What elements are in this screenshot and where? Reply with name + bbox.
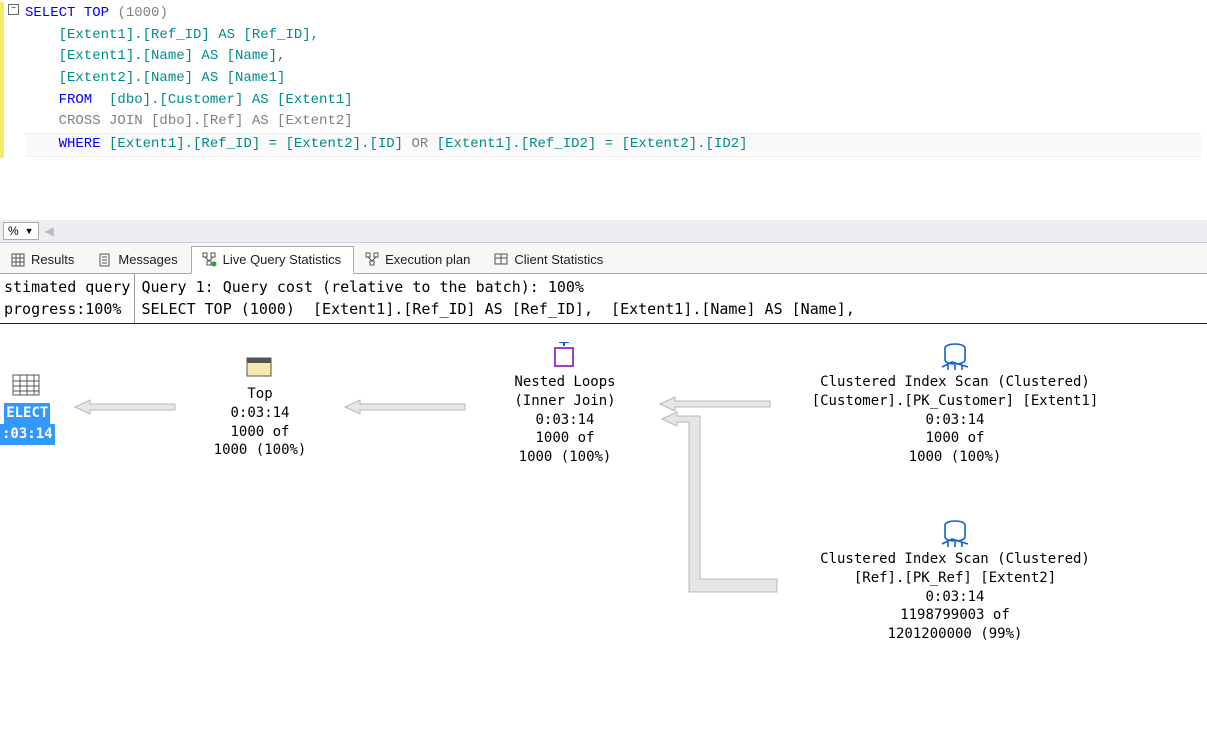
nested-time: 0:03:14: [475, 411, 655, 430]
code-line-4: [Extent2].[Name] AS [Name1]: [25, 70, 285, 86]
nested-sub: (Inner Join): [475, 392, 655, 411]
kw-top: TOP: [75, 5, 117, 21]
tab-execution-plan[interactable]: Execution plan: [354, 247, 483, 273]
scan1-rows-1: 1000 of: [780, 429, 1130, 448]
nested-rows-1: 1000 of: [475, 429, 655, 448]
where-clause-1: [Extent1].[Ref_ID] = [Extent2].[ID]: [109, 136, 411, 152]
tab-results-label: Results: [31, 252, 74, 267]
top-node-icon: [243, 354, 277, 382]
scan1-time: 0:03:14: [780, 411, 1130, 430]
tab-client-label: Client Statistics: [514, 252, 603, 267]
tab-exec-label: Execution plan: [385, 252, 470, 267]
scan2-time: 0:03:14: [780, 588, 1130, 607]
tab-messages[interactable]: Messages: [87, 247, 190, 273]
splitter-bar: % ▼ ◀: [0, 220, 1207, 243]
top-rows-2: 1000 (100%): [185, 441, 335, 460]
scan1-title: Clustered Index Scan (Clustered): [780, 373, 1130, 392]
scan2-rows-1: 1198799003 of: [780, 606, 1130, 625]
tab-client-statistics[interactable]: Client Statistics: [483, 247, 616, 273]
document-icon: [97, 252, 113, 268]
plan-node-select[interactable]: ELECT :03:14: [0, 372, 55, 445]
plan-icon: [364, 252, 380, 268]
plan-node-scan-customer[interactable]: Clustered Index Scan (Clustered) [Custom…: [780, 342, 1130, 467]
select-node-label: ELECT: [4, 403, 50, 424]
kw-from: FROM: [25, 92, 101, 108]
paren-open: (: [117, 5, 125, 21]
scan2-sub: [Ref].[PK_Ref] [Extent2]: [780, 569, 1130, 588]
sql-editor[interactable]: − SELECT TOP (1000) [Extent1].[Ref_ID] A…: [0, 0, 1207, 160]
folding-gutter: −: [0, 2, 19, 158]
scan2-rows-2: 1201200000 (99%): [780, 625, 1130, 644]
execution-plan-canvas[interactable]: ELECT :03:14 Top 0:03:14 1000 of 1000 (1…: [0, 324, 1207, 664]
chevron-down-icon: ▼: [25, 226, 34, 236]
tab-live-label: Live Query Statistics: [223, 252, 342, 267]
plan-progress-label: stimated query progress:100%: [0, 274, 135, 323]
paren-close: ): [159, 5, 167, 21]
tab-live-query-statistics[interactable]: Live Query Statistics: [191, 246, 355, 274]
plan-node-top[interactable]: Top 0:03:14 1000 of 1000 (100%): [185, 354, 335, 461]
kw-select: SELECT: [25, 5, 75, 21]
nested-rows-2: 1000 (100%): [475, 448, 655, 467]
top-title: Top: [185, 385, 335, 404]
code-block[interactable]: SELECT TOP (1000) [Extent1].[Ref_ID] AS …: [19, 2, 1207, 158]
select-node-icon: [10, 372, 44, 400]
scan2-title: Clustered Index Scan (Clustered): [780, 550, 1130, 569]
plan-node-nested-loops[interactable]: Nested Loops (Inner Join) 0:03:14 1000 o…: [475, 342, 655, 467]
tab-results[interactable]: Results: [0, 247, 87, 273]
results-tab-strip: Results Messages Live Query Statistics E…: [0, 243, 1207, 274]
nested-loops-icon: [548, 342, 582, 370]
scan1-rows-2: 1000 (100%): [780, 448, 1130, 467]
splitter-gap: [0, 160, 1207, 220]
collapse-icon[interactable]: −: [8, 4, 19, 15]
grid-icon: [10, 252, 26, 268]
kw-or: OR: [411, 136, 428, 152]
index-scan-icon-2: [938, 519, 972, 547]
live-stats-icon: [202, 252, 218, 268]
literal-1000: 1000: [126, 5, 160, 21]
kw-where: WHERE: [25, 136, 109, 152]
top-time: 0:03:14: [185, 404, 335, 423]
zoom-dropdown[interactable]: % ▼: [3, 222, 39, 240]
plan-query-text: Query 1: Query cost (relative to the bat…: [135, 274, 1207, 323]
index-scan-icon: [938, 342, 972, 370]
top-rows-1: 1000 of: [185, 423, 335, 442]
from-tables: [dbo].[Customer] AS [Extent1]: [101, 92, 353, 108]
prev-arrow-icon[interactable]: ◀: [45, 224, 54, 238]
select-node-time: :03:14: [0, 424, 55, 445]
client-stats-icon: [493, 252, 509, 268]
cross-join: CROSS JOIN [dbo].[Ref] AS [Extent2]: [25, 113, 353, 129]
tab-messages-label: Messages: [118, 252, 177, 267]
plan-node-scan-ref[interactable]: Clustered Index Scan (Clustered) [Ref].[…: [780, 519, 1130, 644]
code-line-3: [Extent1].[Name] AS [Name],: [25, 48, 294, 64]
nested-title: Nested Loops: [475, 373, 655, 392]
where-clause-2: [Extent1].[Ref_ID2] = [Extent2].[ID2]: [428, 136, 747, 152]
scan1-sub: [Customer].[PK_Customer] [Extent1]: [780, 392, 1130, 411]
code-line-2: [Extent1].[Ref_ID] AS [Ref_ID],: [25, 27, 327, 43]
zoom-value: %: [8, 224, 19, 238]
plan-header: stimated query progress:100% Query 1: Qu…: [0, 274, 1207, 324]
